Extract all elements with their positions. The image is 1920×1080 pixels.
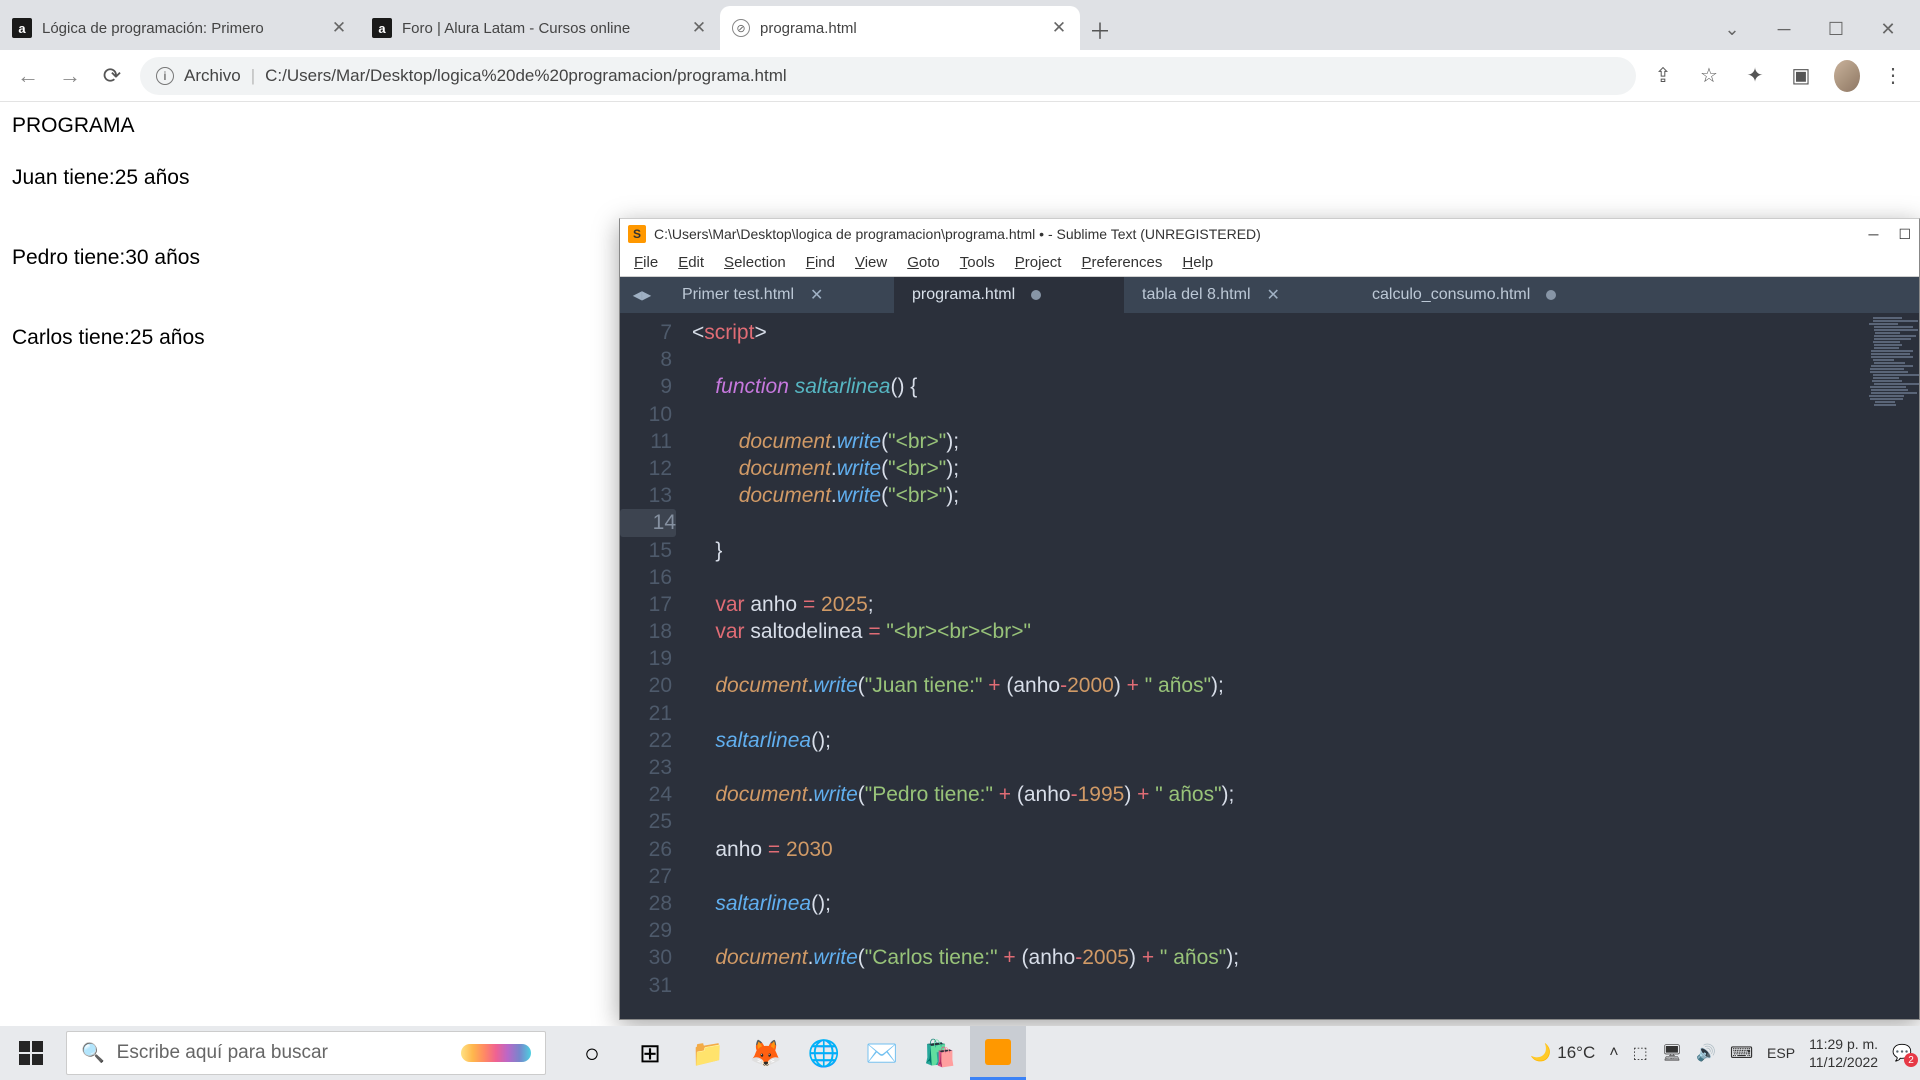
task-view-icon[interactable]: ⊞ [622,1026,678,1080]
volume-icon[interactable]: 🔊 [1696,1043,1716,1063]
tab-title: programa.html [760,20,1040,37]
maximize-icon[interactable]: ☐ [1824,19,1848,40]
minimize-icon[interactable]: ─ [1869,226,1879,243]
search-highlight-icon [461,1044,531,1062]
editor-tab-title: Primer test.html [682,286,794,304]
new-tab-button[interactable]: ＋ [1080,10,1120,50]
profile-avatar[interactable] [1834,60,1860,92]
mail-icon[interactable]: ✉️ [854,1026,910,1080]
url-text: C:/Users/Mar/Desktop/logica%20de%20progr… [265,66,787,86]
close-icon[interactable]: ✕ [330,19,348,37]
store-icon[interactable]: 🛍️ [912,1026,968,1080]
sublime-titlebar[interactable]: S C:\Users\Mar\Desktop\logica de program… [620,219,1919,249]
close-icon[interactable]: ✕ [1050,19,1068,37]
close-icon[interactable]: ✕ [1267,285,1280,305]
browser-window-controls: ⌄ ─ ☐ ✕ [1720,19,1920,50]
editor-tab-title: programa.html [912,286,1015,304]
menu-item-goto[interactable]: Goto [899,251,948,274]
sublime-menubar[interactable]: FileEditSelectionFindViewGotoToolsProjec… [620,249,1919,277]
sublime-title: C:\Users\Mar\Desktop\logica de programac… [654,226,1261,242]
editor-area[interactable]: 7891011121314151617181920212223242526272… [620,313,1919,1019]
editor-tab[interactable]: programa.html [894,277,1124,313]
editor-tab[interactable]: calculo_consumo.html [1354,277,1584,313]
page-line: Juan tiene:25 años [12,166,1908,190]
tab-nav-arrows[interactable]: ◀▶ [620,277,664,313]
editor-tab-title: calculo_consumo.html [1372,286,1530,304]
browser-tab[interactable]: ⊘ programa.html ✕ [720,6,1080,50]
sublime-icon: S [628,225,646,243]
chevron-down-icon[interactable]: ⌄ [1720,19,1744,40]
page-title: PROGRAMA [12,114,1908,138]
alura-icon: a [372,18,392,38]
menu-item-tools[interactable]: Tools [952,251,1003,274]
side-panel-icon[interactable]: ▣ [1788,63,1814,88]
firefox-icon[interactable]: 🦊 [738,1026,794,1080]
language-indicator[interactable]: ESP [1767,1045,1795,1061]
minimap[interactable] [1869,317,1917,437]
sublime-taskbar-icon[interactable] [970,1026,1026,1080]
page-icon: ⊘ [732,19,750,37]
back-button[interactable]: ← [14,62,42,90]
search-placeholder: Escribe aquí para buscar [117,1042,328,1064]
address-bar: ← → ⟳ i Archivo | C:/Users/Mar/Desktop/l… [0,50,1920,102]
share-icon[interactable]: ⇪ [1650,63,1676,88]
menu-item-edit[interactable]: Edit [670,251,712,274]
editor-tab[interactable]: tabla del 8.html ✕ [1124,277,1354,313]
sublime-text-window[interactable]: S C:\Users\Mar\Desktop\logica de program… [619,218,1920,1020]
display-icon[interactable]: 🖥 [1662,1043,1682,1063]
kebab-menu-icon[interactable]: ⋮ [1880,63,1906,88]
menu-item-file[interactable]: File [626,251,666,274]
chrome-icon[interactable]: 🌐 [796,1026,852,1080]
menu-item-selection[interactable]: Selection [716,251,794,274]
close-icon[interactable]: ✕ [810,285,823,305]
weather-icon: 🌙 [1530,1043,1551,1063]
start-button[interactable] [0,1026,62,1080]
tab-title: Lógica de programación: Primero [42,20,320,37]
url-scheme-label: Archivo [184,66,241,86]
system-tray: 🌙16°C ˄ ⬚ 🖥 🔊 ⌨ ESP 11:29 p. m. 11/12/20… [1522,1035,1920,1071]
code-area[interactable]: <script> function saltarlinea() { docume… [684,313,1919,1019]
minimize-icon[interactable]: ─ [1772,19,1796,40]
maximize-icon[interactable]: ☐ [1898,226,1911,243]
browser-tab[interactable]: a Foro | Alura Latam - Cursos online ✕ [360,6,720,50]
taskbar-search[interactable]: 🔍 Escribe aquí para buscar [66,1031,546,1075]
sublime-tab-bar: ◀▶ Primer test.html ✕ programa.html tabla d… [620,277,1919,313]
chevron-up-icon[interactable]: ˄ [1609,1044,1618,1062]
editor-tab-title: tabla del 8.html [1142,286,1251,304]
file-explorer-icon[interactable]: 📁 [680,1026,736,1080]
browser-tab[interactable]: a Lógica de programación: Primero ✕ [0,6,360,50]
star-icon[interactable]: ☆ [1696,63,1722,88]
reload-button[interactable]: ⟳ [98,62,126,90]
info-icon: i [156,67,174,85]
onedrive-icon[interactable]: ⬚ [1633,1043,1648,1063]
clock[interactable]: 11:29 p. m. 11/12/2022 [1809,1035,1878,1071]
menu-item-view[interactable]: View [847,251,895,274]
line-gutter: 7891011121314151617181920212223242526272… [620,313,684,1019]
taskbar-apps: ○ ⊞ 📁 🦊 🌐 ✉️ 🛍️ [564,1026,1026,1080]
forward-button[interactable]: → [56,62,84,90]
alura-icon: a [12,18,32,38]
menu-item-find[interactable]: Find [798,251,843,274]
url-input[interactable]: i Archivo | C:/Users/Mar/Desktop/logica%… [140,57,1636,95]
editor-tab[interactable]: Primer test.html ✕ [664,277,894,313]
keyboard-icon[interactable]: ⌨ [1730,1043,1753,1063]
menu-item-project[interactable]: Project [1007,251,1070,274]
menu-item-help[interactable]: Help [1174,251,1221,274]
close-icon[interactable]: ✕ [1876,19,1900,40]
windows-taskbar: 🔍 Escribe aquí para buscar ○ ⊞ 📁 🦊 🌐 ✉️ … [0,1026,1920,1080]
weather-widget[interactable]: 🌙16°C [1530,1043,1595,1063]
search-icon: 🔍 [81,1041,105,1065]
browser-tab-strip: a Lógica de programación: Primero ✕ a Foro |… [0,0,1920,50]
close-icon[interactable]: ✕ [690,19,708,37]
menu-item-preferences[interactable]: Preferences [1073,251,1170,274]
notifications-icon[interactable]: 💬 [1892,1043,1912,1063]
tab-title: Foro | Alura Latam - Cursos online [402,20,680,37]
extensions-icon[interactable]: ✦ [1742,63,1768,88]
dirty-indicator-icon [1546,290,1556,300]
dirty-indicator-icon [1031,290,1041,300]
cortana-icon[interactable]: ○ [564,1026,620,1080]
